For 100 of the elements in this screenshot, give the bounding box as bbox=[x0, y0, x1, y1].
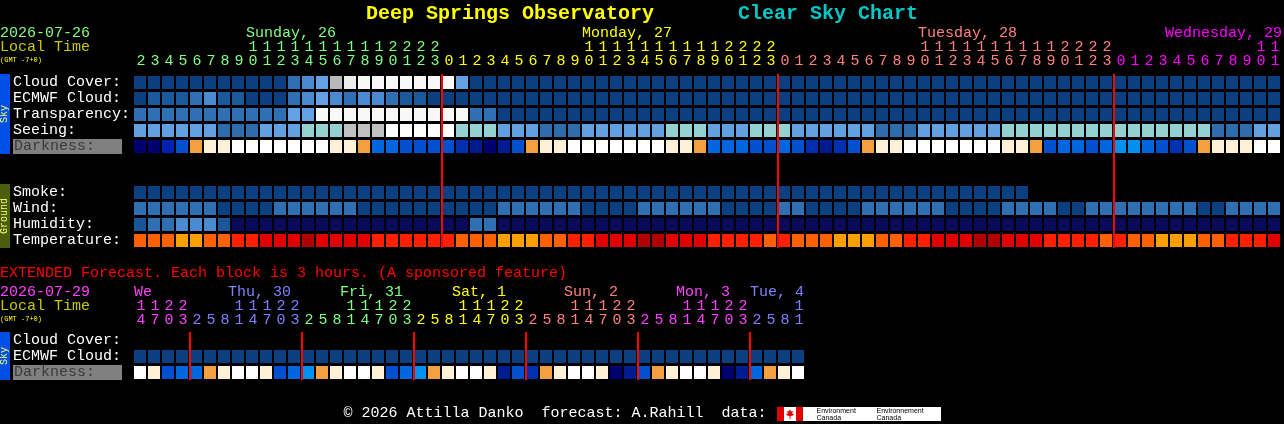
hour-label: 10 bbox=[1256, 41, 1266, 69]
hour-label: 13 bbox=[290, 41, 300, 69]
hour-label: 8 bbox=[220, 314, 230, 328]
hour-label: 18 bbox=[696, 41, 706, 69]
hour-label: 8 bbox=[332, 314, 342, 328]
hour-label: 23 bbox=[178, 300, 188, 328]
hour-label: 2 bbox=[136, 55, 146, 69]
hour-label: 2 bbox=[416, 314, 426, 328]
hour-label: 12 bbox=[276, 41, 286, 69]
hour-label: 10 bbox=[248, 41, 258, 69]
midnight-marker bbox=[749, 332, 751, 380]
hour-label: 4 bbox=[1172, 55, 1182, 69]
day-label: Tue, 4 bbox=[750, 286, 804, 300]
hour-label: 8 bbox=[780, 314, 790, 328]
hour-label: 14 bbox=[136, 300, 146, 328]
hour-label: 20 bbox=[724, 300, 734, 328]
day-label: Sat, 1 bbox=[452, 286, 506, 300]
hour-label: 22 bbox=[416, 41, 426, 69]
midnight-marker bbox=[525, 332, 527, 380]
hour-label: 5 bbox=[206, 314, 216, 328]
hour-label: 16 bbox=[668, 41, 678, 69]
hour-label: 5 bbox=[542, 314, 552, 328]
row-label: Darkness: bbox=[13, 138, 122, 154]
hour-label: 16 bbox=[332, 41, 342, 69]
row-label: ECMWF Cloud: bbox=[13, 90, 122, 106]
hour-label: 8 bbox=[556, 55, 566, 69]
hour-label: 17 bbox=[710, 300, 720, 328]
hour-label: 20 bbox=[724, 41, 734, 69]
hour-label: 11 bbox=[346, 300, 356, 328]
hour-label: 2 bbox=[192, 314, 202, 328]
extended-forecast-note: EXTENDED Forecast. Each block is 3 hours. (A sponsored feature) bbox=[0, 263, 568, 284]
row-label: Darkness: bbox=[13, 364, 122, 380]
hour-label: 20 bbox=[388, 41, 398, 69]
hour-label: 2 bbox=[752, 314, 762, 328]
hour-label: 20 bbox=[276, 300, 286, 328]
hour-label: 19 bbox=[710, 41, 720, 69]
hour-label: 14 bbox=[360, 300, 370, 328]
hour-label: 13 bbox=[962, 41, 972, 69]
hour-label: 4 bbox=[500, 55, 510, 69]
hour-label: 2 bbox=[472, 55, 482, 69]
hour-label: 8 bbox=[892, 55, 902, 69]
local-time-label: Local Time bbox=[0, 41, 91, 55]
day-label: Tuesday, 28 bbox=[918, 27, 1018, 41]
hour-label: 7 bbox=[542, 55, 552, 69]
hour-label: 6 bbox=[528, 55, 538, 69]
hour-label: 23 bbox=[402, 300, 412, 328]
hour-label: 13 bbox=[626, 41, 636, 69]
hour-label: 15 bbox=[318, 41, 328, 69]
hour-label: 23 bbox=[430, 41, 440, 69]
hour-label: 16 bbox=[1004, 41, 1014, 69]
hour-label: 8 bbox=[220, 55, 230, 69]
hour-label: 9 bbox=[1242, 55, 1252, 69]
chart-title: Clear Sky Chart bbox=[738, 0, 919, 26]
row-label: Temperature: bbox=[13, 232, 122, 248]
hour-label: 17 bbox=[346, 41, 356, 69]
hour-label: 4 bbox=[836, 55, 846, 69]
hour-label: 14 bbox=[304, 41, 314, 69]
hour-label: 11 bbox=[262, 41, 272, 69]
hour-label: 9 bbox=[906, 55, 916, 69]
hour-label: 12 bbox=[948, 41, 958, 69]
hour-label: 2 bbox=[640, 314, 650, 328]
hour-label: 17 bbox=[1018, 41, 1028, 69]
hour-label: 8 bbox=[444, 314, 454, 328]
hour-label: 3 bbox=[486, 55, 496, 69]
hour-label: 8 bbox=[668, 314, 678, 328]
day-label: Mon, 3 bbox=[676, 286, 730, 300]
hour-label: 15 bbox=[990, 41, 1000, 69]
hour-label: 23 bbox=[766, 41, 776, 69]
hour-label: 5 bbox=[178, 55, 188, 69]
hour-label: 0 bbox=[1116, 55, 1126, 69]
hour-label: 11 bbox=[598, 41, 608, 69]
forecast-credit: forecast: A.Rahill bbox=[541, 403, 704, 424]
hour-label: 11 bbox=[234, 300, 244, 328]
hour-label: 23 bbox=[738, 300, 748, 328]
hour-label: 5 bbox=[430, 314, 440, 328]
hour-label: 11 bbox=[458, 300, 468, 328]
hour-label: 20 bbox=[612, 300, 622, 328]
row-label: Transparency: bbox=[13, 106, 131, 122]
row-label: Humidity: bbox=[13, 216, 94, 232]
hour-label: 9 bbox=[234, 55, 244, 69]
hour-label: 20 bbox=[164, 300, 174, 328]
hour-label: 19 bbox=[374, 41, 384, 69]
row-label: Smoke: bbox=[13, 184, 67, 200]
midnight-marker bbox=[637, 332, 639, 380]
hour-label: 23 bbox=[1102, 41, 1112, 69]
hour-label: 2 bbox=[1144, 55, 1154, 69]
hour-label: 11 bbox=[794, 300, 804, 328]
hour-label: 11 bbox=[1270, 41, 1280, 69]
hour-label: 5 bbox=[514, 55, 524, 69]
hour-label: 10 bbox=[920, 41, 930, 69]
hour-label: 6 bbox=[1200, 55, 1210, 69]
midnight-marker bbox=[301, 332, 303, 380]
row-label: Cloud Cover: bbox=[13, 74, 122, 90]
hour-label: 11 bbox=[570, 300, 580, 328]
hour-label: 3 bbox=[1158, 55, 1168, 69]
hour-label: 7 bbox=[1214, 55, 1224, 69]
hour-label: 17 bbox=[598, 300, 608, 328]
hour-label: 20 bbox=[1060, 41, 1070, 69]
hour-label: 5 bbox=[318, 314, 328, 328]
hour-label: 8 bbox=[556, 314, 566, 328]
